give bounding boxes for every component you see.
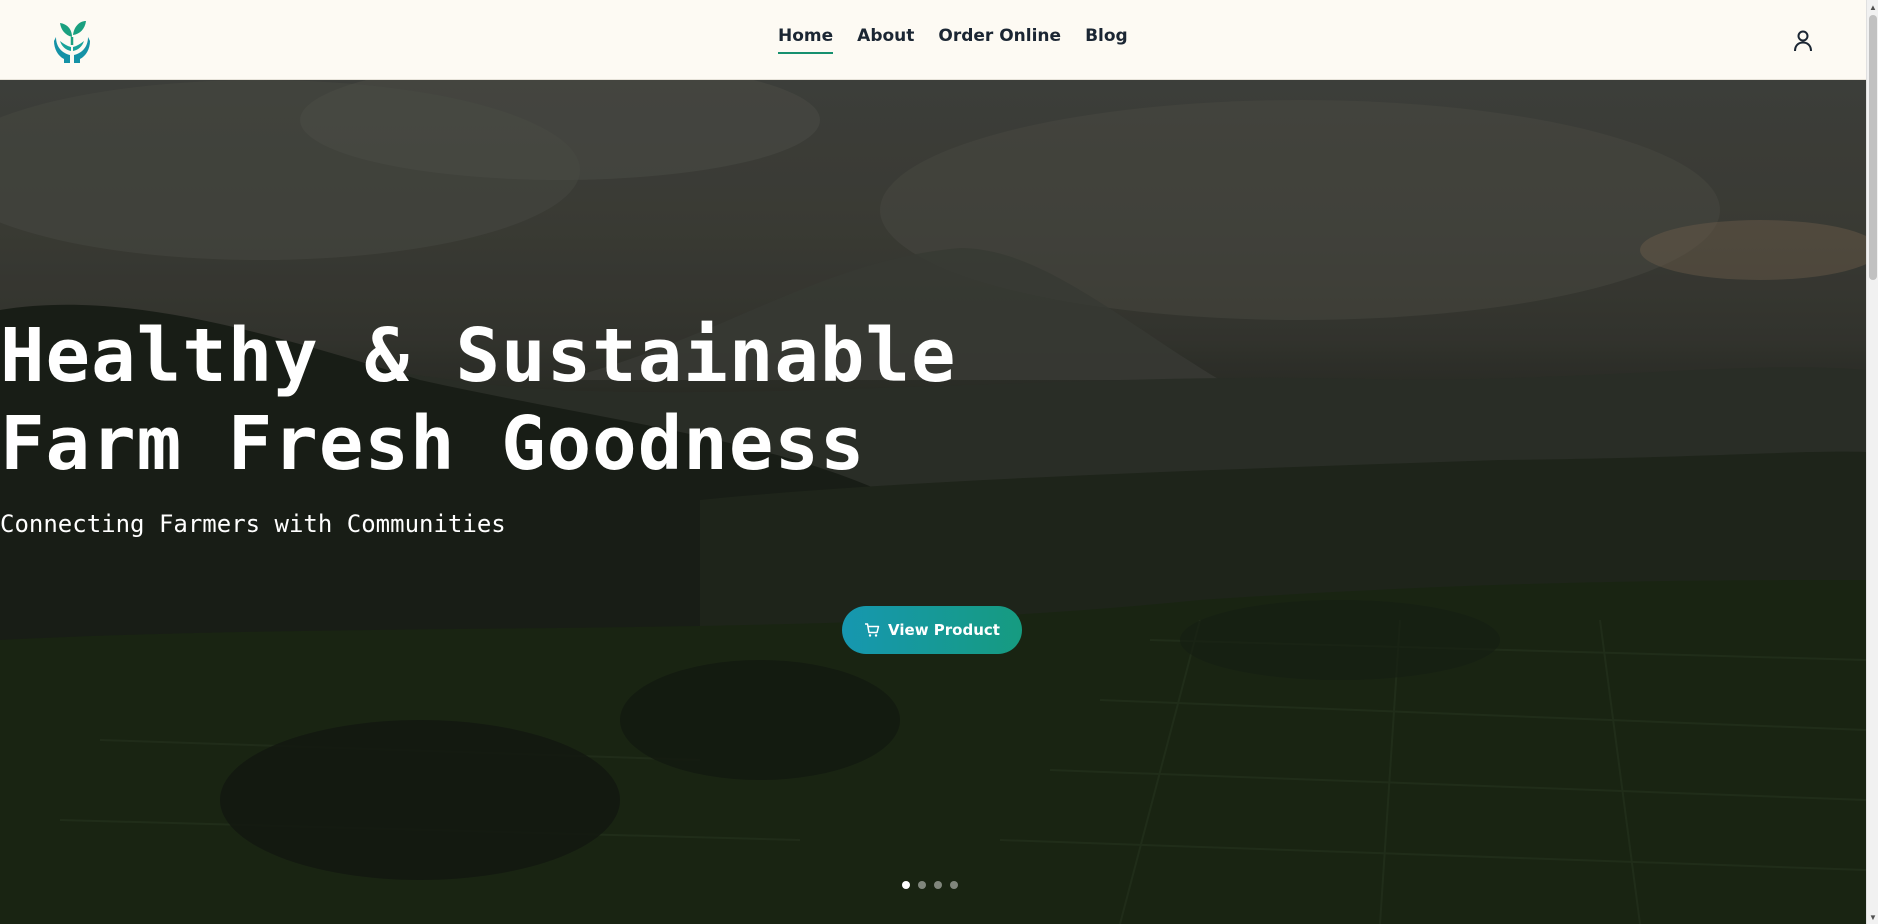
site-header: Home About Order Online Blog [0, 0, 1866, 80]
hero-subtitle: Connecting Farmers with Communities [0, 510, 506, 538]
carousel-dot-2[interactable] [918, 881, 926, 889]
carousel-dot-4[interactable] [950, 881, 958, 889]
vertical-scrollbar[interactable]: ▲ ▼ [1866, 0, 1878, 924]
main-nav: Home About Order Online Blog [778, 26, 1152, 54]
scrollbar-thumb[interactable] [1869, 15, 1877, 280]
carousel-dot-3[interactable] [934, 881, 942, 889]
scroll-up-arrow-icon[interactable]: ▲ [1867, 0, 1878, 14]
hero-section: Healthy & Sustainable Farm Fresh Goodnes… [0, 80, 1866, 924]
hero-title-line-1: Healthy & Sustainable [0, 313, 957, 399]
nav-item-home[interactable]: Home [778, 26, 845, 54]
user-icon[interactable] [1792, 29, 1814, 53]
scroll-down-arrow-icon[interactable]: ▼ [1867, 910, 1878, 924]
hero-title: Healthy & Sustainable Farm Fresh Goodnes… [0, 312, 1866, 488]
nav-item-order-online[interactable]: Order Online [938, 26, 1073, 54]
carousel-dots [902, 881, 958, 889]
page: Home About Order Online Blog Healthy & S… [0, 0, 1866, 924]
nav-item-blog[interactable]: Blog [1085, 26, 1140, 54]
sprout-in-hands-icon[interactable] [52, 15, 92, 65]
carousel-dot-1[interactable] [902, 881, 910, 889]
hero-title-line-2: Farm Fresh Goodness [0, 401, 866, 487]
hero-overlay [0, 80, 1866, 924]
cart-icon [865, 623, 880, 637]
nav-item-about[interactable]: About [857, 26, 926, 54]
view-product-button[interactable]: View Product [842, 606, 1022, 654]
view-product-label: View Product [888, 621, 1000, 639]
